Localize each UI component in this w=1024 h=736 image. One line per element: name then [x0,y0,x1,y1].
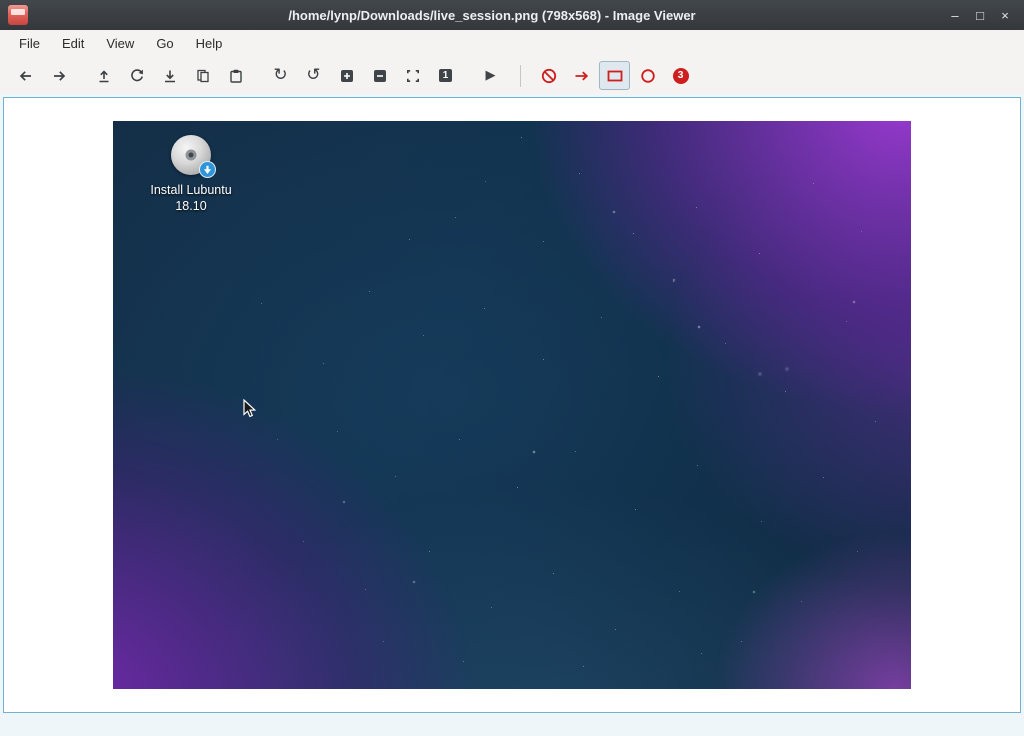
fit-window-button[interactable] [397,61,428,90]
desktop-icon-label: Install Lubuntu 18.10 [129,182,253,214]
refresh-icon [129,68,145,84]
draw-number-button[interactable]: 3 [665,61,696,90]
zoom-in-button[interactable] [331,61,362,90]
content-area: Install Lubuntu 18.10 [0,94,1024,736]
red-circle-icon [639,67,657,85]
save-button[interactable] [154,61,185,90]
previous-button[interactable] [10,61,41,90]
window-title: /home/lynp/Downloads/live_session.png (7… [60,8,924,23]
original-size-button[interactable]: 1 [430,61,461,90]
desktop-icon-label-line1: Install Lubuntu [129,182,253,198]
download-icon [162,68,178,84]
window-controls: – □ × [944,4,1016,26]
menu-file[interactable]: File [8,32,51,55]
next-button[interactable] [43,61,74,90]
download-badge-icon [199,161,216,178]
rotate-ccw-icon: ↺ [306,67,320,84]
draw-rectangle-button[interactable] [599,61,630,90]
copy-button[interactable] [187,61,218,90]
titlebar[interactable]: /home/lynp/Downloads/live_session.png (7… [0,0,1024,30]
disc-hole [186,150,197,161]
image-viewport[interactable]: Install Lubuntu 18.10 [3,97,1021,713]
arrow-left-icon [18,68,34,84]
rotate-cw-icon: ↻ [273,67,287,84]
play-icon: ▶ [486,69,496,82]
zoom-in-icon [339,68,355,84]
menu-go[interactable]: Go [145,32,184,55]
toolbar: ↻ ↺ 1 ▶ [0,57,1024,94]
menubar: File Edit View Go Help [0,30,1024,57]
rotate-counterclockwise-button[interactable]: ↺ [298,61,329,90]
mouse-cursor-icon [243,399,258,420]
one-box-icon: 1 [439,69,452,82]
maximize-button[interactable]: □ [969,4,991,26]
minimize-button[interactable]: – [944,4,966,26]
zoom-out-button[interactable] [364,61,395,90]
paste-button[interactable] [220,61,251,90]
desktop-icon-label-line2: 18.10 [129,198,253,214]
paste-icon [228,68,244,84]
menu-view[interactable]: View [95,32,145,55]
upload-button[interactable] [88,61,119,90]
red-arrow-icon [573,67,591,85]
draw-arrow-button[interactable] [566,61,597,90]
close-button[interactable]: × [994,4,1016,26]
arrow-up-from-line-icon [96,68,112,84]
fit-icon [405,68,421,84]
red-rectangle-icon [606,67,624,85]
menu-help[interactable]: Help [185,32,234,55]
reload-button[interactable] [121,61,152,90]
app-icon [8,5,28,25]
cd-disc-icon [171,135,211,175]
stars-glow-layer [113,121,115,123]
displayed-image[interactable]: Install Lubuntu 18.10 [113,121,911,689]
no-entry-icon [540,67,558,85]
install-lubuntu-desktop-icon: Install Lubuntu 18.10 [129,135,253,214]
no-annotation-button[interactable] [533,61,564,90]
numbered-circle-icon: 3 [673,68,689,84]
copy-icon [195,68,211,84]
zoom-out-icon [372,68,388,84]
image-viewer-window: /home/lynp/Downloads/live_session.png (7… [0,0,1024,736]
toolbar-separator [520,65,521,87]
draw-circle-button[interactable] [632,61,663,90]
menu-edit[interactable]: Edit [51,32,95,55]
rotate-clockwise-button[interactable]: ↻ [265,61,296,90]
slideshow-button[interactable]: ▶ [475,61,506,90]
arrow-right-icon [51,68,67,84]
